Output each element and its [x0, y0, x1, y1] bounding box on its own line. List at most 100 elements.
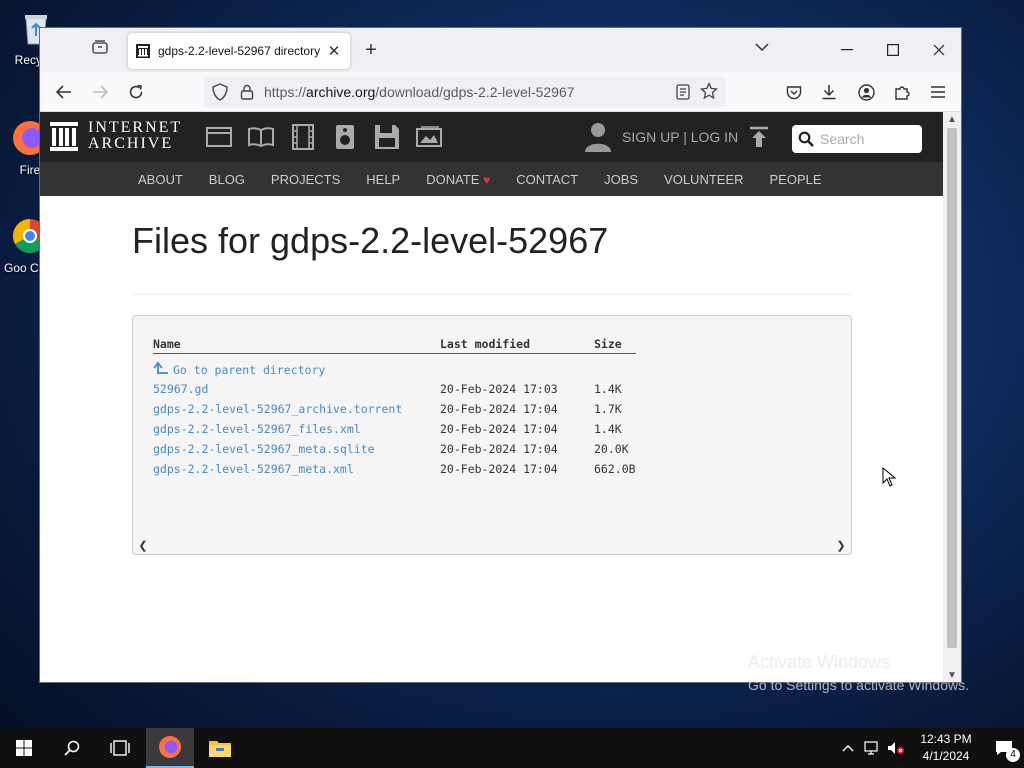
url-bar[interactable]: https://archive.org/download/gdps-2.2-le…: [204, 77, 726, 107]
account-icon[interactable]: [852, 78, 880, 106]
navigation-bar: https://archive.org/download/gdps-2.2-le…: [40, 72, 961, 112]
scroll-left-arrow-icon[interactable]: ❮: [137, 540, 149, 552]
nav-item-people[interactable]: PEOPLE: [770, 172, 822, 187]
scroll-right-arrow-icon[interactable]: ❯: [835, 540, 847, 552]
table-row: gdps-2.2-level-52967_meta.xml 20-Feb-202…: [153, 459, 636, 479]
taskbar-file-explorer-button[interactable]: [196, 728, 244, 768]
ia-search-box[interactable]: [792, 125, 922, 153]
table-row: gdps-2.2-level-52967_meta.sqlite 20-Feb-…: [153, 439, 636, 459]
file-link[interactable]: 52967.gd: [153, 382, 208, 396]
activate-windows-watermark: Activate Windows Go to Settings to activ…: [748, 652, 969, 693]
nav-item-volunteer[interactable]: VOLUNTEER: [664, 172, 743, 187]
file-link[interactable]: gdps-2.2-level-52967_archive.torrent: [153, 402, 402, 416]
nav-item-blog[interactable]: BLOG: [209, 172, 245, 187]
web-page: INTERNET ARCHIVE SIGN UP | LOG IN ABOUT: [40, 112, 945, 682]
watermark-title: Activate Windows: [748, 652, 891, 672]
file-size: 20.0K: [594, 442, 629, 456]
internet-archive-logo[interactable]: INTERNET ARCHIVE: [50, 120, 182, 152]
logo-text-line2: ARCHIVE: [88, 135, 174, 152]
user-avatar-icon: [585, 123, 611, 152]
firefox-icon: [159, 736, 181, 758]
nav-item-help[interactable]: HELP: [366, 172, 400, 187]
texts-book-icon[interactable]: [248, 124, 274, 150]
reload-button[interactable]: [122, 78, 150, 106]
nav-item-projects[interactable]: PROJECTS: [271, 172, 340, 187]
back-button[interactable]: [50, 78, 78, 106]
tray-overflow-chevron-icon[interactable]: [836, 728, 860, 768]
search-icon: [64, 740, 80, 756]
clock-time: 12:43 PM: [920, 732, 972, 746]
tab-active[interactable]: gdps-2.2-level-52967 directory l ✕: [128, 33, 350, 69]
video-film-icon[interactable]: [290, 124, 316, 150]
tab-strip: gdps-2.2-level-52967 directory l ✕ +: [40, 28, 961, 72]
browser-window: gdps-2.2-level-52967 directory l ✕ + htt…: [39, 27, 962, 683]
parent-directory-link[interactable]: Go to parent directory: [153, 361, 325, 377]
table-row: gdps-2.2-level-52967_archive.torrent 20-…: [153, 399, 636, 419]
url-prefix: https://: [264, 84, 307, 100]
close-window-button[interactable]: [916, 28, 961, 72]
column-header-size: Size: [594, 336, 636, 354]
web-icon[interactable]: [206, 124, 232, 150]
taskbar-firefox-button[interactable]: [146, 728, 194, 768]
parent-directory-row: Go to parent directory: [153, 353, 636, 379]
network-icon[interactable]: [860, 728, 884, 768]
auth-area[interactable]: SIGN UP | LOG IN: [584, 121, 738, 153]
watermark-subtitle: Go to Settings to activate Windows.: [748, 677, 969, 693]
menu-hamburger-icon[interactable]: [924, 78, 952, 106]
scrollbar-thumb[interactable]: [947, 128, 957, 648]
file-table: Name Last modified Size Go to parent dir…: [153, 336, 636, 479]
pocket-icon[interactable]: [780, 78, 808, 106]
search-input[interactable]: [820, 131, 916, 147]
nav-item-jobs[interactable]: JOBS: [604, 172, 638, 187]
file-listing-box: Name Last modified Size Go to parent dir…: [132, 315, 852, 555]
vertical-scrollbar[interactable]: ▲ ▼: [943, 112, 961, 682]
task-view-icon: [110, 740, 130, 756]
reader-view-icon[interactable]: [674, 83, 692, 101]
action-center-button[interactable]: 4: [984, 728, 1024, 768]
forward-button[interactable]: [86, 78, 114, 106]
title-divider: [132, 294, 852, 295]
nav-item-about[interactable]: ABOUT: [138, 172, 183, 187]
table-row: 52967.gd 20-Feb-2024 17:03 1.4K: [153, 379, 636, 399]
minimize-button[interactable]: [824, 28, 870, 72]
tab-overview-icon[interactable]: [88, 40, 112, 60]
upload-icon[interactable]: [748, 126, 770, 148]
maximize-button[interactable]: [870, 28, 916, 72]
file-modified: 20-Feb-2024 17:04: [440, 422, 558, 436]
new-tab-button[interactable]: +: [358, 37, 384, 63]
tab-list-chevron-icon[interactable]: [752, 39, 772, 59]
parent-directory-arrow-icon: [153, 361, 168, 375]
volume-muted-icon[interactable]: [884, 728, 908, 768]
extensions-icon[interactable]: [888, 78, 916, 106]
taskbar-search-button[interactable]: [48, 728, 96, 768]
nav-item-donate[interactable]: DONATE ♥: [426, 172, 490, 187]
task-view-button[interactable]: [96, 728, 144, 768]
clock[interactable]: 12:43 PM 4/1/2024: [908, 731, 984, 765]
file-link[interactable]: gdps-2.2-level-52967_meta.sqlite: [153, 442, 375, 456]
signup-login-link[interactable]: SIGN UP | LOG IN: [622, 129, 738, 145]
audio-speaker-icon[interactable]: [332, 124, 358, 150]
downloads-icon[interactable]: [815, 78, 843, 106]
software-floppy-icon[interactable]: [374, 124, 400, 150]
url-text[interactable]: https://archive.org/download/gdps-2.2-le…: [264, 84, 575, 100]
table-row: gdps-2.2-level-52967_files.xml 20-Feb-20…: [153, 419, 636, 439]
file-link[interactable]: gdps-2.2-level-52967_files.xml: [153, 422, 361, 436]
nav-item-contact[interactable]: CONTACT: [516, 172, 578, 187]
lock-icon[interactable]: [240, 84, 254, 100]
url-host: archive.org: [306, 84, 376, 100]
bookmark-star-icon[interactable]: [700, 82, 718, 100]
ia-nav-bar: ABOUT BLOG PROJECTS HELP DONATE ♥ CONTAC…: [40, 162, 945, 196]
taskbar: 12:43 PM 4/1/2024 4: [0, 728, 1024, 768]
clock-date: 4/1/2024: [922, 749, 970, 763]
file-size: 1.4K: [594, 382, 622, 396]
images-icon[interactable]: [416, 124, 442, 150]
system-tray: 12:43 PM 4/1/2024 4: [836, 728, 1024, 768]
tracking-protection-shield-icon[interactable]: [212, 83, 228, 101]
file-size: 1.7K: [594, 402, 622, 416]
file-modified: 20-Feb-2024 17:03: [440, 382, 558, 396]
tab-close-icon[interactable]: ✕: [326, 42, 342, 60]
scroll-up-arrow-icon[interactable]: ▲: [947, 115, 957, 125]
start-button[interactable]: [0, 728, 48, 768]
heart-icon: ♥: [483, 172, 491, 187]
file-link[interactable]: gdps-2.2-level-52967_meta.xml: [153, 462, 354, 476]
